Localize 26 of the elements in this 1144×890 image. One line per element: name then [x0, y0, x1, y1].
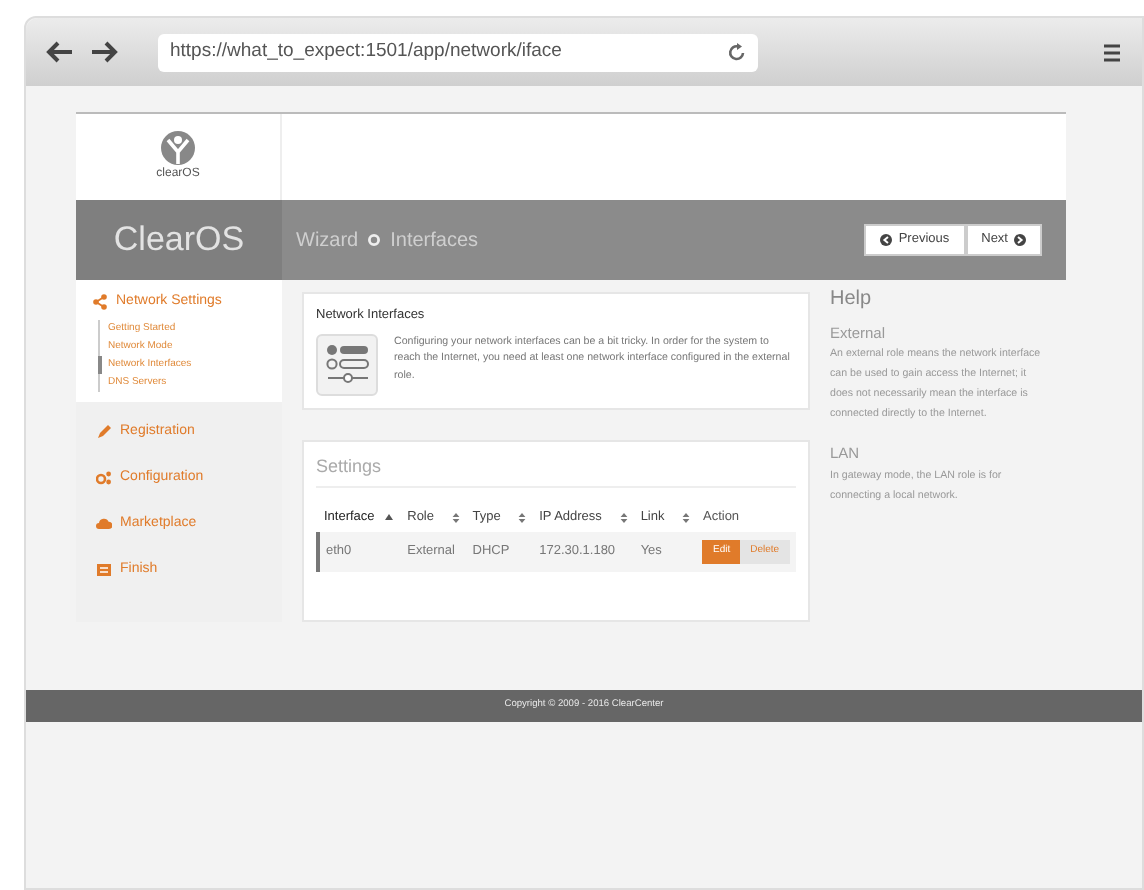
breadcrumb-item: Interfaces [390, 227, 479, 255]
sort-icon[interactable] [518, 511, 527, 524]
reload-icon[interactable] [728, 42, 746, 62]
url-text: https://what_to_expect:1501/app/network/iface [170, 37, 562, 66]
cloud-icon [96, 515, 112, 532]
forward-icon[interactable] [90, 40, 118, 64]
section-title: Settings [316, 455, 382, 476]
settings-toggles-icon [325, 344, 369, 385]
sort-icon[interactable] [619, 511, 628, 524]
help-title: Help [830, 286, 874, 314]
list-icon [96, 561, 112, 578]
gears-icon [96, 469, 112, 486]
menu-icon[interactable] [1102, 41, 1122, 63]
arrow-left-icon [880, 234, 893, 246]
address-bar[interactable]: https://what_to_expect:1501/app/network/iface [158, 33, 758, 71]
pencil-icon [96, 423, 112, 440]
breadcrumb-separator-icon [368, 234, 381, 246]
arrow-right-icon [1014, 234, 1026, 246]
logo-icon [160, 130, 196, 166]
share-icon [92, 294, 108, 311]
sort-icon[interactable] [452, 511, 460, 524]
back-icon[interactable] [46, 40, 74, 64]
breadcrumb-item: Wizard [296, 227, 359, 255]
sort-ascending-icon[interactable] [384, 512, 395, 523]
sort-icon[interactable] [682, 511, 691, 524]
brand-title: ClearOS [76, 200, 282, 280]
